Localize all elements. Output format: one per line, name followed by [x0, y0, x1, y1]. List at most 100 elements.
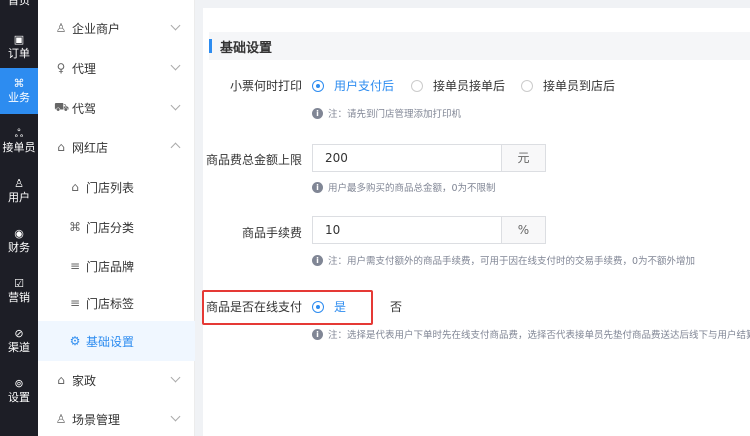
menu-item-label: 门店标签 [86, 296, 135, 311]
chevron-down-icon [170, 372, 181, 383]
menu-item-designated-driver[interactable]: ⛟ 代驾 [38, 88, 195, 128]
list-icon: ≡ [69, 296, 81, 310]
menu-item-label: 门店品牌 [86, 259, 135, 274]
hint-text: 注：选择是代表用户下单时先在线支付商品费，选择否代表接单员先垫付商品费送达后线下… [328, 330, 750, 341]
hint-text: 注：请先到门店管理添加打印机 [328, 109, 462, 120]
info-icon: i [312, 107, 323, 119]
marketing-icon: ☑ [14, 277, 24, 290]
menu-item-agent[interactable]: ♀ 代理 [38, 48, 195, 88]
print-time-option-after-payment[interactable]: 用户支付后 [312, 77, 394, 94]
menu-item-label: 场景管理 [72, 412, 121, 427]
user-icon: ♙ [55, 412, 67, 426]
goods-limit-input[interactable]: 200 元 [312, 144, 546, 172]
section-header-bar [209, 39, 212, 53]
menu-item-scene-management[interactable]: ♙ 场景管理 [38, 399, 195, 436]
radio-dot [411, 79, 423, 92]
section-header: 基础设置 [209, 32, 750, 60]
radio-label: 接单员接单后 [433, 79, 506, 93]
print-time-option-after-arrival[interactable]: 接单员到店后 [521, 77, 615, 94]
menu-item-store-category[interactable]: ⌘ 门店分类 [38, 207, 195, 247]
goods-fee-unit: % [501, 217, 545, 243]
business-submenu: ♙ 企业商户 ♀ 代理 ⛟ 代驾 ⌂ 网红店 ⌂ 门店列表 ⌘ 门店分类 ≡ 门… [38, 0, 195, 436]
hint-text: 注：用户需支付额外的商品手续费，可用于因在线支付时的交易手续费，0为不额外增加 [328, 256, 696, 267]
finance-icon: ◉ [14, 227, 24, 240]
menu-item-label: 基础设置 [86, 334, 135, 349]
goods-fee-hint: i 注：用户需支付额外的商品手续费，可用于因在线支付时的交易手续费，0为不额外增… [312, 253, 695, 267]
menu-item-label: 网红店 [72, 140, 109, 155]
info-icon: i [312, 254, 323, 266]
menu-item-label: 代理 [72, 61, 97, 76]
online-pay-option-no[interactable]: 否 [368, 298, 402, 315]
chevron-up-icon [170, 142, 181, 153]
rail-item-label: 业务 [8, 91, 30, 104]
menu-item-store-tags[interactable]: ≡ 门店标签 [38, 283, 195, 323]
chevron-down-icon [170, 20, 181, 31]
rail-item-label: 用户 [8, 191, 30, 204]
menu-item-basic-settings[interactable]: ⚙ 基础设置 [38, 321, 195, 361]
menu-item-label: 门店分类 [86, 220, 135, 235]
menu-item-store-brand[interactable]: ≡ 门店品牌 [38, 246, 195, 286]
menu-item-housekeeping[interactable]: ⌂ 家政 [38, 360, 195, 400]
page-title: 基础设置 [220, 40, 273, 56]
rail-item-label: 营销 [8, 291, 30, 304]
rail-item-label: 首页 [8, 0, 30, 7]
user-icon: ♙ [14, 177, 24, 190]
rail-item-label: 订单 [8, 47, 30, 60]
radio-label: 用户支付后 [334, 79, 395, 93]
order-icon: ▣ [13, 33, 25, 46]
print-time-option-after-accept[interactable]: 接单员接单后 [411, 77, 505, 94]
rail-item-top-partial[interactable]: 首页 [0, 0, 38, 24]
rail-item-label: 接单员 [2, 141, 36, 154]
user-icon: ♙ [55, 21, 67, 35]
rail-item-finance[interactable]: ◉ 财务 [0, 218, 38, 264]
rail-item-orders[interactable]: ▣ 订单 [0, 24, 38, 70]
gear-icon: ⚙ [69, 334, 81, 348]
business-icon: ⌘ [13, 77, 25, 90]
rail-item-label: 设置 [8, 391, 30, 404]
main-nav-rail: 首页 ▣ 订单 ⌘ 业务 ஃ 接单员 ♙ 用户 ◉ 财务 ☑ 营销 ⊘ 渠道 ⊚… [0, 0, 38, 436]
menu-item-influencer-store[interactable]: ⌂ 网红店 [38, 127, 195, 167]
hint-text: 用户最多购买的商品总金额，0为不限制 [328, 183, 496, 194]
chevron-down-icon [170, 100, 181, 111]
annotation-highlight-box [202, 290, 373, 325]
radio-dot [521, 79, 533, 92]
menu-item-store-list[interactable]: ⌂ 门店列表 [38, 167, 195, 207]
radio-label: 接单员到店后 [543, 79, 616, 93]
menu-item-label: 门店列表 [86, 180, 135, 195]
rail-item-settings[interactable]: ⊚ 设置 [0, 368, 38, 414]
channel-icon: ⊘ [14, 327, 24, 340]
rail-item-label: 财务 [8, 241, 30, 254]
agent-icon: ♀ [56, 61, 66, 75]
chevron-down-icon [170, 411, 181, 422]
courier-icon: ஃ [14, 127, 24, 140]
menu-item-enterprise-merchant[interactable]: ♙ 企业商户 [38, 8, 195, 48]
rail-item-users[interactable]: ♙ 用户 [0, 168, 38, 214]
info-icon: i [312, 181, 323, 193]
category-icon: ⌘ [69, 220, 81, 234]
goods-limit-unit: 元 [501, 145, 545, 171]
rail-item-channels[interactable]: ⊘ 渠道 [0, 318, 38, 364]
menu-item-label: 家政 [72, 373, 97, 388]
radio-dot [312, 79, 324, 92]
print-time-label: 小票何时打印 [229, 79, 302, 93]
print-time-hint: i 注：请先到门店管理添加打印机 [312, 106, 461, 120]
store-icon: ⌂ [71, 180, 79, 194]
menu-item-label: 企业商户 [72, 21, 121, 36]
goods-limit-value[interactable]: 200 [313, 145, 501, 171]
rail-item-label: 渠道 [8, 341, 30, 354]
chevron-down-icon [170, 60, 181, 71]
goods-fee-value[interactable]: 10 [313, 217, 501, 243]
radio-label: 否 [390, 300, 403, 314]
rail-item-marketing[interactable]: ☑ 营销 [0, 268, 38, 314]
rail-item-courier[interactable]: ஃ 接单员 [0, 118, 38, 164]
home-icon: ⌂ [57, 373, 65, 387]
goods-limit-hint: i 用户最多购买的商品总金额，0为不限制 [312, 180, 496, 194]
rail-item-business[interactable]: ⌘ 业务 [0, 68, 38, 114]
online-pay-hint: i 注：选择是代表用户下单时先在线支付商品费，选择否代表接单员先垫付商品费送达后… [312, 327, 750, 341]
goods-limit-label: 商品费总金额上限 [205, 153, 302, 167]
info-icon: i [312, 328, 323, 340]
list-icon: ≡ [69, 259, 81, 273]
goods-fee-label: 商品手续费 [241, 226, 302, 240]
goods-fee-input[interactable]: 10 % [312, 216, 546, 244]
store-icon: ⌂ [57, 140, 65, 154]
